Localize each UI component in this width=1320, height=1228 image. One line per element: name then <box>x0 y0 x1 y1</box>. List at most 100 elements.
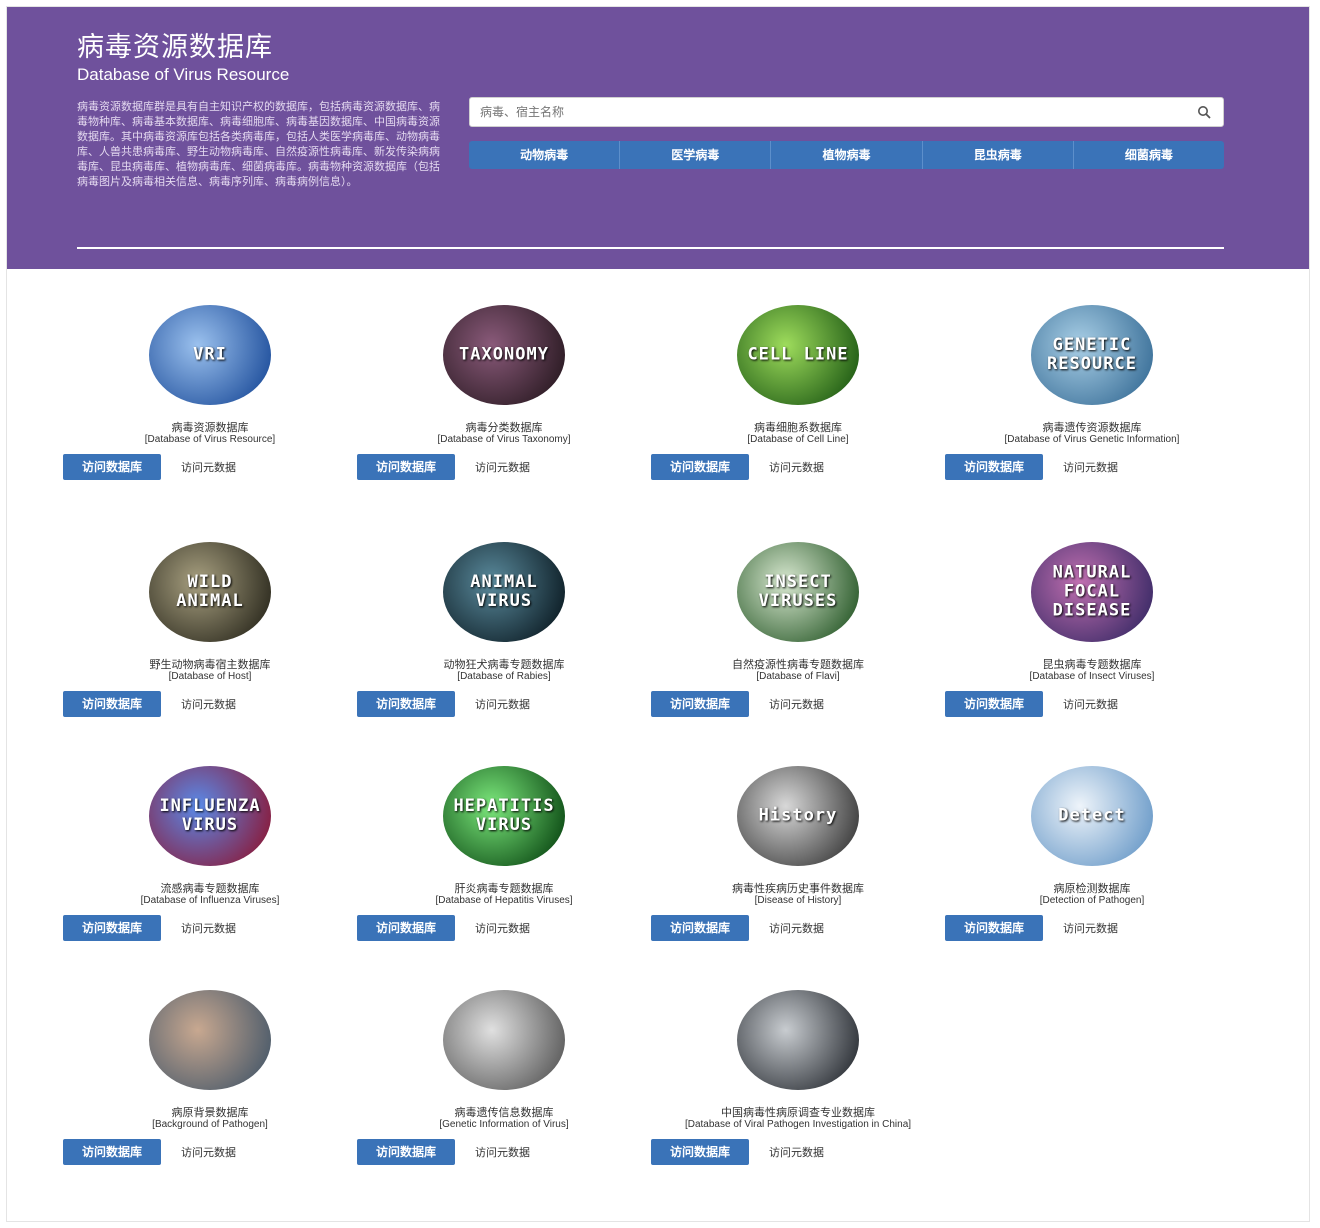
visit-database-button[interactable]: 访问数据库 <box>357 915 455 941</box>
database-name-en: [Database of Virus Genetic Information] <box>1004 434 1180 445</box>
database-thumbnail[interactable]: HEPATITIS VIRUS <box>443 766 565 866</box>
database-name-zh: 病毒细胞系数据库 <box>754 421 842 434</box>
visit-metadata-link[interactable]: 访问元数据 <box>769 1144 824 1160</box>
search-icon[interactable] <box>1197 105 1211 119</box>
thumbnail-caption: HEPATITIS VIRUS <box>453 796 555 835</box>
visit-database-button[interactable]: 访问数据库 <box>63 691 161 717</box>
database-thumbnail[interactable]: NATURAL FOCAL DISEASE <box>1031 542 1153 642</box>
site-subtitle: Database of Virus Resource <box>77 65 290 84</box>
database-thumbnail[interactable] <box>149 990 271 1090</box>
database-name-zh: 病原背景数据库 <box>171 1106 249 1119</box>
card-actions: 访问数据库 访问元数据 <box>357 691 651 717</box>
visit-metadata-link[interactable]: 访问元数据 <box>769 459 824 475</box>
visit-database-button[interactable]: 访问数据库 <box>651 691 749 717</box>
visit-database-button[interactable]: 访问数据库 <box>63 915 161 941</box>
database-card: CELL LINE 病毒细胞系数据库 [Database of Cell Line]… <box>651 305 945 480</box>
thumbnail-caption: History <box>758 805 838 826</box>
visit-metadata-link[interactable]: 访问元数据 <box>475 920 530 936</box>
database-name-zh: 病毒性疾病历史事件数据库 <box>732 882 864 895</box>
database-thumbnail[interactable]: GENETIC RESOURCE <box>1031 305 1153 405</box>
database-name-zh: 流感病毒专题数据库 <box>160 882 260 895</box>
database-name-en: [Database of Viral Pathogen Investigatio… <box>684 1119 912 1130</box>
database-thumbnail[interactable]: INFLUENZA VIRUS <box>149 766 271 866</box>
visit-database-button[interactable]: 访问数据库 <box>651 1139 749 1165</box>
database-thumbnail[interactable]: CELL LINE <box>737 305 859 405</box>
category-plant[interactable]: 植物病毒 <box>771 141 923 169</box>
category-insect[interactable]: 昆虫病毒 <box>923 141 1074 169</box>
visit-database-button[interactable]: 访问数据库 <box>357 691 455 717</box>
visit-metadata-link[interactable]: 访问元数据 <box>181 459 236 475</box>
visit-metadata-link[interactable]: 访问元数据 <box>181 920 236 936</box>
database-thumbnail[interactable]: VRI <box>149 305 271 405</box>
visit-metadata-link[interactable]: 访问元数据 <box>475 459 530 475</box>
visit-metadata-link[interactable]: 访问元数据 <box>475 696 530 712</box>
database-thumbnail[interactable] <box>737 990 859 1090</box>
database-name-en: [Database of Host] <box>168 671 252 682</box>
database-thumbnail[interactable]: Detect <box>1031 766 1153 866</box>
database-card: 中国病毒性病原调查专业数据库 [Database of Viral Pathoge… <box>651 990 945 1165</box>
database-name-en: [Detection of Pathogen] <box>1039 895 1145 906</box>
database-thumbnail[interactable]: History <box>737 766 859 866</box>
visit-database-button[interactable]: 访问数据库 <box>63 454 161 480</box>
database-thumbnail[interactable]: INSECT VIRUSES <box>737 542 859 642</box>
database-name-en: [Background of Pathogen] <box>152 1119 268 1130</box>
thumbnail-caption: INFLUENZA VIRUS <box>159 796 261 835</box>
database-card: HEPATITIS VIRUS 肝炎病毒专题数据库 [Database of Hep… <box>357 766 651 941</box>
card-actions: 访问数据库 访问元数据 <box>357 1139 651 1165</box>
database-name-en: [Database of Cell Line] <box>747 434 849 445</box>
visit-database-button[interactable]: 访问数据库 <box>945 915 1043 941</box>
database-name-zh: 野生动物病毒宿主数据库 <box>149 658 271 671</box>
thumbnail-caption: TAXONOMY <box>459 344 549 365</box>
visit-metadata-link[interactable]: 访问元数据 <box>1063 459 1118 475</box>
card-actions: 访问数据库 访问元数据 <box>357 915 651 941</box>
visit-metadata-link[interactable]: 访问元数据 <box>181 1144 236 1160</box>
card-actions: 访问数据库 访问元数据 <box>945 454 1239 480</box>
search-bar <box>469 97 1224 127</box>
visit-database-button[interactable]: 访问数据库 <box>651 915 749 941</box>
database-name-en: [Database of Flavi] <box>756 671 840 682</box>
category-animal[interactable]: 动物病毒 <box>469 141 621 169</box>
database-card: 病原背景数据库 [Background of Pathogen] 访问数据库 访问元数… <box>63 990 357 1165</box>
visit-metadata-link[interactable]: 访问元数据 <box>475 1144 530 1160</box>
visit-database-button[interactable]: 访问数据库 <box>63 1139 161 1165</box>
database-thumbnail[interactable]: WILD ANIMAL <box>149 542 271 642</box>
site-description: 病毒资源数据库群是具有自主知识产权的数据库，包括病毒资源数据库、病毒物种库、病毒… <box>77 100 440 188</box>
visit-database-button[interactable]: 访问数据库 <box>945 691 1043 717</box>
database-card: GENETIC RESOURCE 病毒遗传资源数据库 [Database of Vi… <box>945 305 1239 480</box>
visit-metadata-link[interactable]: 访问元数据 <box>1063 696 1118 712</box>
database-card: History 病毒性疾病历史事件数据库 [Disease of History] 访… <box>651 766 945 941</box>
visit-database-button[interactable]: 访问数据库 <box>945 454 1043 480</box>
database-name-zh: 动物狂犬病毒专题数据库 <box>443 658 565 671</box>
database-name-en: [Database of Rabies] <box>457 671 551 682</box>
thumbnail-caption: Detect <box>1058 805 1126 826</box>
visit-database-button[interactable]: 访问数据库 <box>651 454 749 480</box>
database-name-zh: 病毒遗传资源数据库 <box>1042 421 1142 434</box>
visit-database-button[interactable]: 访问数据库 <box>357 454 455 480</box>
card-actions: 访问数据库 访问元数据 <box>945 691 1239 717</box>
database-card: INSECT VIRUSES 自然疫源性病毒专题数据库 [Database of F… <box>651 542 945 717</box>
visit-metadata-link[interactable]: 访问元数据 <box>1063 920 1118 936</box>
search-input[interactable] <box>480 103 1170 121</box>
database-name-zh: 自然疫源性病毒专题数据库 <box>732 658 864 671</box>
thumbnail-caption: GENETIC RESOURCE <box>1047 335 1137 374</box>
card-actions: 访问数据库 访问元数据 <box>651 1139 945 1165</box>
visit-metadata-link[interactable]: 访问元数据 <box>769 920 824 936</box>
card-actions: 访问数据库 访问元数据 <box>651 454 945 480</box>
visit-database-button[interactable]: 访问数据库 <box>357 1139 455 1165</box>
database-name-zh: 昆虫病毒专题数据库 <box>1042 658 1142 671</box>
visit-metadata-link[interactable]: 访问元数据 <box>181 696 236 712</box>
database-name-en: [Database of Influenza Viruses] <box>140 895 280 906</box>
card-actions: 访问数据库 访问元数据 <box>945 915 1239 941</box>
database-thumbnail[interactable] <box>443 990 565 1090</box>
site-title: 病毒资源数据库 <box>77 32 273 63</box>
database-thumbnail[interactable]: TAXONOMY <box>443 305 565 405</box>
card-actions: 访问数据库 访问元数据 <box>63 691 357 717</box>
database-name-zh: 肝炎病毒专题数据库 <box>454 882 554 895</box>
database-thumbnail[interactable]: ANIMAL VIRUS <box>443 542 565 642</box>
visit-metadata-link[interactable]: 访问元数据 <box>769 696 824 712</box>
category-medical[interactable]: 医学病毒 <box>620 141 772 169</box>
card-actions: 访问数据库 访问元数据 <box>357 454 651 480</box>
card-actions: 访问数据库 访问元数据 <box>63 915 357 941</box>
category-nav: 动物病毒 医学病毒 植物病毒 昆虫病毒 细菌病毒 <box>469 141 1224 169</box>
category-bacteria[interactable]: 细菌病毒 <box>1074 141 1224 169</box>
